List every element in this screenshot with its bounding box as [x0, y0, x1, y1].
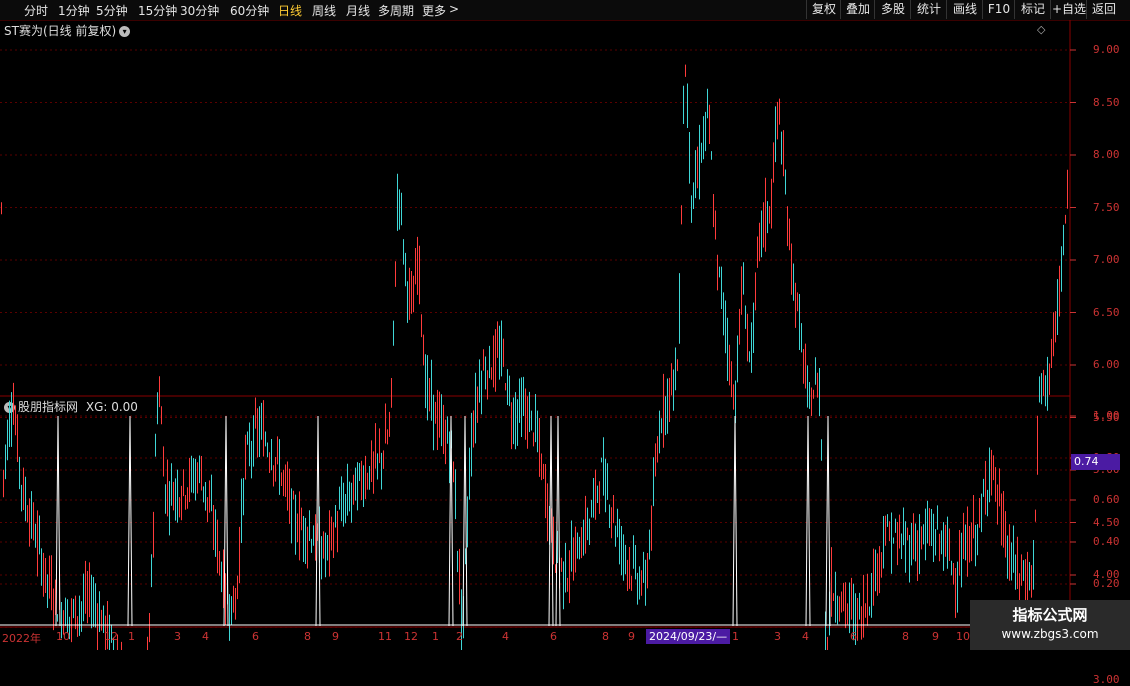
signal-spike [825, 415, 831, 627]
date-tick-label: 3 [174, 630, 181, 643]
date-tick-label: 8 [902, 630, 909, 643]
date-tick-label: 9 [932, 630, 939, 643]
date-tick-label: 8 [304, 630, 311, 643]
price-tick-label: 8.50 [1093, 95, 1120, 109]
date-tick-label: 9 [628, 630, 635, 643]
watermark-url: www.zbgs3.com [1001, 627, 1099, 641]
watermark-title: 指标公式网 [1012, 606, 1088, 624]
signal-spike [127, 415, 133, 627]
date-tick-label: 10 [56, 630, 70, 643]
signal-spike [315, 415, 321, 627]
date-tick-label: 2022年 [2, 632, 41, 645]
price-tick-label: 6.50 [1093, 305, 1120, 319]
date-tick-label: 1 [432, 630, 439, 643]
date-tick-label: 10 [956, 630, 970, 643]
indicator-tick-label: 0.60 [1093, 493, 1120, 506]
date-tick-label: 4 [802, 630, 809, 643]
date-tick-label: 9 [332, 630, 339, 643]
price-tick-label: 7.00 [1093, 253, 1120, 266]
date-tick-label: 11 [378, 630, 392, 643]
price-tick-label: 9.00 [1093, 43, 1120, 56]
signal-spike [55, 415, 61, 627]
price-tick-label: 8.00 [1093, 148, 1120, 161]
signal-spike [805, 415, 811, 627]
date-tick-label: 8 [602, 630, 609, 643]
right-side-panel[interactable] [1117, 20, 1130, 630]
date-tick-label: 12 [104, 630, 118, 643]
price-tick-label: 7.50 [1093, 200, 1120, 214]
indicator-tick-label: 0.40 [1093, 535, 1120, 548]
signal-spike [732, 415, 738, 627]
date-tick-label: 2 [456, 630, 463, 643]
indicator-tick-label: 0.20 [1093, 577, 1120, 590]
indicator-tick-label: 1.00 [1093, 409, 1120, 422]
date-tick-label: 6 [550, 630, 557, 643]
price-tick-label: 3.00 [1093, 673, 1120, 686]
date-tick-label: 3 [774, 630, 781, 643]
date-tick-label: 1 [128, 630, 135, 643]
signal-spike [555, 415, 561, 627]
price-tick-label: 6.00 [1093, 358, 1120, 371]
signal-spike [462, 415, 468, 627]
date-cursor-label: 2024/09/23/— [646, 629, 731, 644]
kline-chart[interactable] [0, 0, 1130, 650]
price-tick-label: 4.50 [1093, 515, 1120, 529]
date-tick-label: 4 [502, 630, 509, 643]
date-tick-label: 4 [202, 630, 209, 643]
indicator-current-value: 0.74 [1071, 454, 1120, 470]
date-tick-label: 6 [850, 630, 857, 643]
watermark: 指标公式网 www.zbgs3.com [970, 600, 1130, 650]
date-tick-label: 6 [252, 630, 259, 643]
date-tick-label: 12 [404, 630, 418, 643]
date-tick-label: 1 [732, 630, 739, 643]
